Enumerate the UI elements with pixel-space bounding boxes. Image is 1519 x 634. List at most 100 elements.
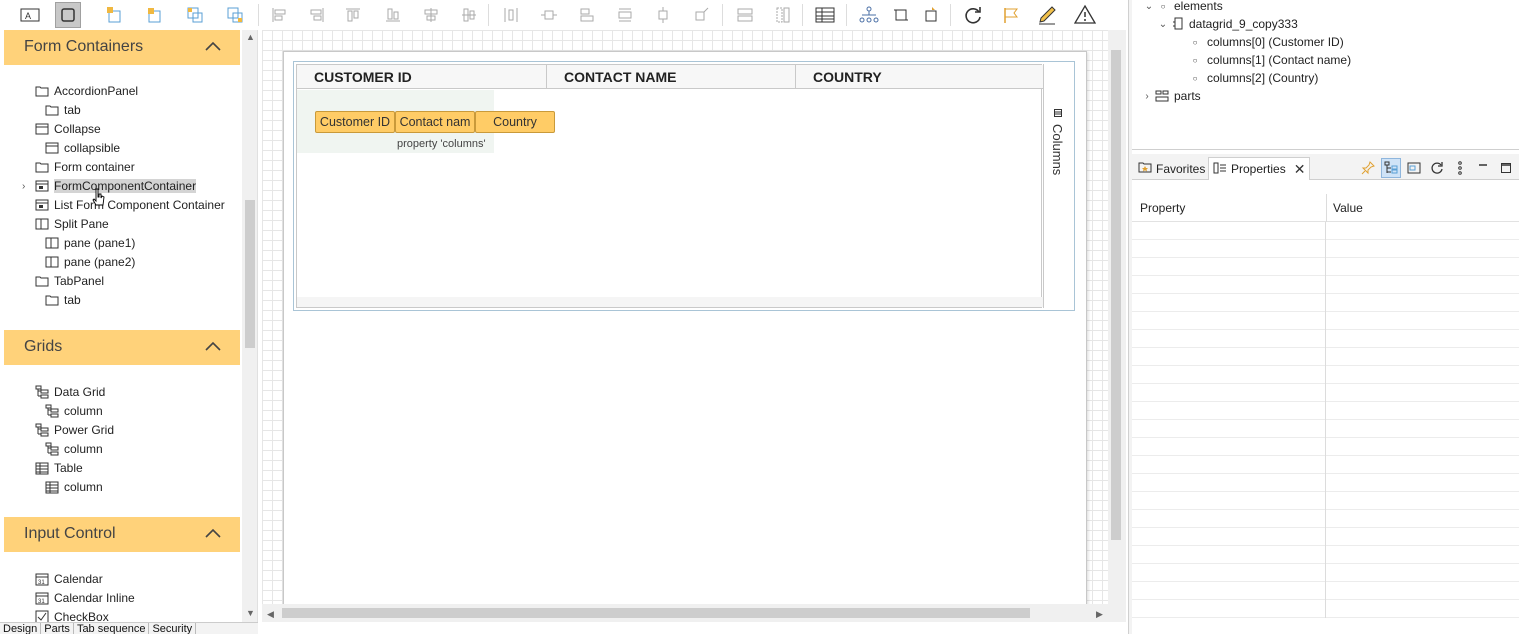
chevron-up-icon[interactable] <box>204 527 222 542</box>
distribute-h-icon <box>498 2 524 28</box>
chevron-down-icon[interactable]: ⌄ <box>1142 1 1156 12</box>
palette-item-data-grid[interactable]: Data Grid <box>34 383 105 401</box>
more-options-icon[interactable] <box>1450 158 1470 178</box>
tab-parts[interactable]: Parts <box>41 623 74 634</box>
datagrid-component[interactable]: CUSTOMER ID CONTACT NAME COUNTRY Custome… <box>293 61 1075 311</box>
column-chip-contact-name[interactable]: Contact nam <box>395 111 475 133</box>
chevron-up-icon[interactable] <box>204 40 222 55</box>
tree-node-elements[interactable]: ⌄ ○ elements <box>1142 0 1223 15</box>
palette-item-column[interactable]: column <box>44 440 103 458</box>
chevron-right-icon[interactable]: › <box>22 181 34 192</box>
scroll-left-arrow-icon[interactable]: ◀ <box>267 609 274 620</box>
form-surface[interactable]: CUSTOMER ID CONTACT NAME COUNTRY Custome… <box>283 51 1087 611</box>
label-tool-icon[interactable]: A <box>17 2 43 28</box>
palette-item-label: Power Grid <box>54 423 115 437</box>
category-header-grids[interactable]: Grids <box>4 330 240 365</box>
palette-item-checkbox[interactable]: CheckBox <box>34 608 109 622</box>
select-tool-icon[interactable] <box>55 2 81 28</box>
category-header-input-control[interactable]: Input Control <box>4 517 240 552</box>
palette-item-label: Table <box>54 461 83 475</box>
mouse-cursor-icon <box>92 188 106 211</box>
scroll-down-arrow-icon[interactable]: ▼ <box>246 608 255 618</box>
palette-item-label: tab <box>64 103 81 117</box>
minimize-icon[interactable] <box>1473 158 1493 178</box>
palette-item-table[interactable]: Table <box>34 459 83 477</box>
property-row <box>1132 510 1519 528</box>
category-header-form-containers[interactable]: Form Containers <box>4 30 240 65</box>
palette-scroll-thumb[interactable] <box>245 200 255 348</box>
pin-icon[interactable] <box>1358 158 1378 178</box>
bring-to-front-icon[interactable] <box>182 2 208 28</box>
palette-item-collapsible[interactable]: collapsible <box>44 139 120 157</box>
tab-properties[interactable]: Properties ✕ <box>1208 157 1311 180</box>
canvas-vertical-scroll-thumb[interactable] <box>1111 50 1121 540</box>
tab-security[interactable]: Security <box>149 623 197 634</box>
scroll-up-arrow-icon[interactable]: ▲ <box>246 32 255 42</box>
flag-icon[interactable] <box>998 2 1024 28</box>
canvas-horizontal-scroll-thumb[interactable] <box>282 608 1030 618</box>
edit-pencil-icon[interactable] <box>1034 2 1060 28</box>
tab-design[interactable]: Design <box>0 623 42 634</box>
table-icon[interactable] <box>812 2 838 28</box>
warning-icon[interactable] <box>1072 2 1098 28</box>
palette-item-label: collapsible <box>64 141 121 155</box>
palette-item-power-grid[interactable]: Power Grid <box>34 421 114 439</box>
column-chip-country[interactable]: Country <box>475 111 555 133</box>
chevron-up-icon[interactable] <box>204 340 222 355</box>
tab-tab-sequence[interactable]: Tab sequence <box>74 623 150 634</box>
refresh-icon[interactable] <box>960 2 986 28</box>
maximize-icon[interactable] <box>1496 158 1516 178</box>
tab-favorites[interactable]: Favorites <box>1134 157 1209 180</box>
close-icon[interactable]: ✕ <box>1294 161 1306 178</box>
tree-node-datagrid[interactable]: ⌄ datagrid_9_copy333 <box>1156 15 1298 33</box>
palette-item-column[interactable]: column <box>44 478 103 496</box>
tree-node-column-1[interactable]: ○ columns[1] (Contact name) <box>1188 51 1351 69</box>
palette-item-tabpanel[interactable]: TabPanel <box>34 272 104 290</box>
hierarchy-icon[interactable] <box>856 2 882 28</box>
tree-node-column-0[interactable]: ○ columns[0] (Customer ID) <box>1188 33 1344 51</box>
restore-default-icon[interactable] <box>1427 158 1447 178</box>
palette-item-calendar-inline[interactable]: 31 Calendar Inline <box>34 589 135 607</box>
palette-item-label: List Form Component Container <box>54 198 225 212</box>
columns-side-tab[interactable]: Columns <box>1043 64 1073 308</box>
tree-node-label: datagrid_9_copy333 <box>1189 17 1298 31</box>
categories-icon[interactable] <box>1381 158 1401 178</box>
tree-node-column-2[interactable]: ○ columns[2] (Country) <box>1188 69 1319 87</box>
palette-item-formcomponentcontainer[interactable]: › FormComponentContainer <box>22 177 197 195</box>
align-left-icon <box>266 2 292 28</box>
palette-item-calendar[interactable]: 31 Calendar <box>34 570 103 588</box>
column-chip-customer-id[interactable]: Customer ID <box>315 111 395 133</box>
palette-item-column[interactable]: column <box>44 402 103 420</box>
palette-item-pane2[interactable]: pane (pane2) <box>44 253 135 271</box>
send-backward-icon[interactable] <box>142 2 168 28</box>
palette-item-form-container[interactable]: Form container <box>34 158 135 176</box>
frame-icon[interactable] <box>888 2 914 28</box>
palette-item-tab[interactable]: tab <box>44 291 81 309</box>
bring-forward-icon[interactable] <box>102 2 128 28</box>
bullet-icon: ○ <box>1160 1 1166 11</box>
palette-item-collapse[interactable]: Collapse <box>34 120 101 138</box>
palette-item-split-pane[interactable]: Split Pane <box>34 215 109 233</box>
category-title: Form Containers <box>24 38 144 55</box>
send-to-back-icon[interactable] <box>222 2 248 28</box>
form-component-icon <box>34 178 50 194</box>
palette-item-label: Form container <box>54 160 135 174</box>
property-row <box>1132 600 1519 618</box>
palette-item-tab[interactable]: tab <box>44 101 81 119</box>
chevron-right-icon[interactable]: › <box>1140 91 1154 102</box>
property-row <box>1132 276 1519 294</box>
palette-item-accordionpanel[interactable]: AccordionPanel <box>34 82 138 100</box>
column-header-customer-id[interactable]: CUSTOMER ID <box>297 65 547 89</box>
tree-node-parts[interactable]: › parts <box>1140 87 1200 105</box>
advanced-icon[interactable] <box>1404 158 1424 178</box>
palette-item-list-form-component-container[interactable]: List Form Component Container <box>34 196 225 214</box>
scroll-right-arrow-icon[interactable]: ▶ <box>1096 609 1103 620</box>
property-row <box>1132 258 1519 276</box>
column-header-contact-name[interactable]: CONTACT NAME <box>547 65 796 89</box>
design-canvas[interactable]: CUSTOMER ID CONTACT NAME COUNTRY Custome… <box>262 30 1126 622</box>
crop-icon[interactable] <box>918 2 944 28</box>
palette-item-pane1[interactable]: pane (pane1) <box>44 234 135 252</box>
chevron-down-icon[interactable]: ⌄ <box>1156 19 1170 30</box>
column-header-country[interactable]: COUNTRY <box>796 65 1043 89</box>
folder-icon <box>44 292 60 308</box>
